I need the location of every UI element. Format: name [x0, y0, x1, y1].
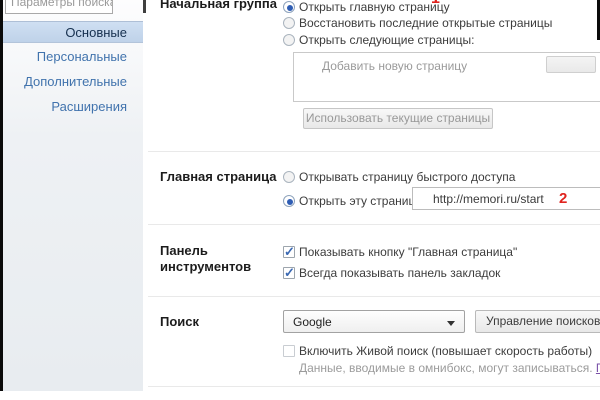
startup-open-pages-radio[interactable]	[283, 34, 295, 46]
show-home-button-checkbox[interactable]	[283, 246, 295, 258]
homepage-url-input[interactable]: http://memori.ru/start 2	[412, 187, 600, 210]
instant-search-checkbox[interactable]	[283, 345, 295, 357]
homepage-url-value: http://memori.ru/start	[433, 192, 544, 206]
startup-restore-radio[interactable]	[283, 17, 295, 29]
toolbar-section-label: Панель	[160, 243, 208, 258]
section-divider	[148, 224, 600, 225]
section-divider	[148, 296, 600, 297]
crop-border-left	[0, 0, 3, 391]
sidebar-item-personal[interactable]: Персональные	[3, 46, 143, 68]
search-engine-selected-value: Google	[293, 315, 332, 329]
sidebar-item-basics[interactable]: Основные	[3, 21, 143, 43]
startup-pages-listbox[interactable]: Добавить новую страницу	[293, 52, 600, 102]
sidebar-item-advanced[interactable]: Дополнительные	[3, 71, 143, 93]
omnibox-privacy-note: Данные, вводимые в омнибокс, могут запис…	[299, 361, 600, 375]
section-divider	[148, 151, 600, 152]
sidebar-item-extensions[interactable]: Расширения	[3, 96, 143, 118]
annotation-marker-1: 1	[431, 0, 440, 8]
homepage-ntp-radio[interactable]	[283, 171, 295, 183]
instant-search-label: Включить Живой поиск (повышает скорость …	[299, 344, 592, 358]
omnibox-privacy-note-text: Данные, вводимые в омнибокс, могут запис…	[299, 361, 593, 375]
homepage-url-radio[interactable]	[283, 195, 295, 207]
startup-open-home-radio[interactable]	[283, 1, 295, 13]
sidebar: Основные Персональные Дополнительные Рас…	[3, 0, 143, 391]
settings-page: Основные Персональные Дополнительные Рас…	[0, 0, 600, 400]
add-page-confirm-button[interactable]	[546, 56, 596, 73]
manage-search-engines-button[interactable]: Управление поисковыми системами...	[475, 310, 600, 333]
startup-open-pages-label: Открыть следующие страницы:	[299, 33, 474, 47]
startup-open-home-label: Открыть главную страницу	[299, 0, 450, 14]
startup-restore-label: Восстановить последние открытые страницы	[299, 16, 552, 30]
crop-tick-mark	[143, 0, 146, 13]
section-divider	[148, 386, 600, 387]
chevron-down-icon	[447, 321, 455, 326]
settings-search-input[interactable]	[5, 0, 113, 14]
annotation-marker-2: 2	[559, 190, 567, 207]
homepage-section-label: Главная страница	[160, 169, 276, 184]
learn-more-link[interactable]: Подробнее...	[596, 361, 600, 375]
search-section-label: Поиск	[160, 314, 199, 329]
show-bookmarks-bar-label: Всегда показывать панель закладок	[299, 266, 500, 280]
use-current-pages-button[interactable]: Использовать текущие страницы	[303, 108, 493, 129]
homepage-url-label: Открыть эту страницу:	[299, 194, 425, 208]
search-engine-select[interactable]: Google	[283, 310, 465, 333]
startup-section-label: Начальная группа	[160, 0, 277, 11]
add-page-placeholder[interactable]: Добавить новую страницу	[322, 59, 467, 73]
homepage-ntp-label: Открывать страницу быстрого доступа	[299, 170, 515, 184]
show-home-button-label: Показывать кнопку "Главная страница"	[299, 245, 517, 259]
show-bookmarks-bar-checkbox[interactable]	[283, 267, 295, 279]
toolbar-section-label-line2: инструментов	[160, 259, 251, 274]
